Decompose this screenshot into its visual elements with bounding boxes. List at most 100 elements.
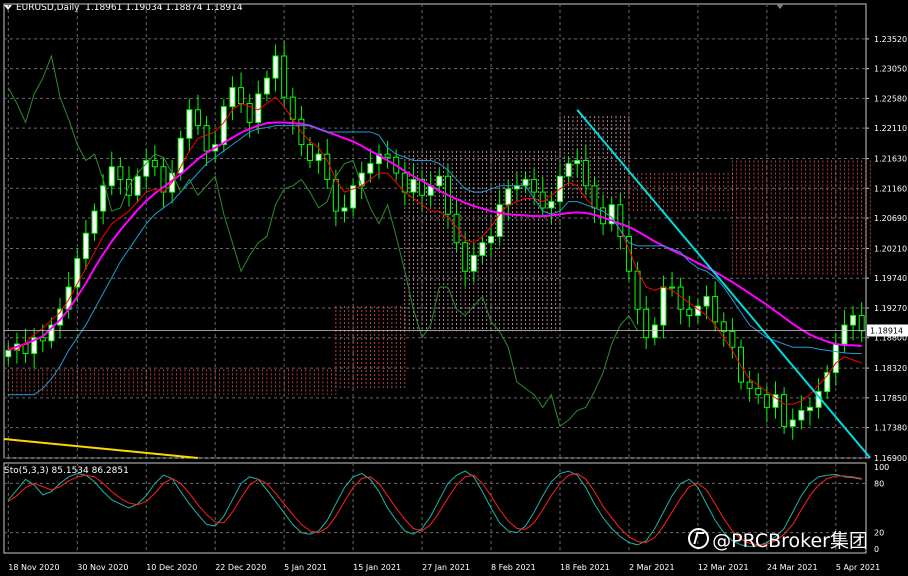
candle-body — [858, 315, 865, 332]
candle-body — [91, 210, 98, 234]
candle-body — [634, 270, 641, 310]
candle-body — [134, 175, 141, 196]
candle-body — [307, 144, 314, 161]
y-tick-label: 1.17850 — [874, 394, 907, 403]
y-tick-label: 1.19270 — [874, 304, 907, 313]
candle-body — [238, 87, 245, 104]
candle-body — [703, 296, 710, 307]
candle-body — [315, 153, 322, 161]
candle-body — [332, 178, 339, 212]
candle-body — [401, 172, 408, 193]
candle-body — [203, 125, 210, 152]
candle-body — [574, 159, 581, 165]
x-tick-label: 24 Mar 2021 — [767, 563, 818, 572]
candle-body — [522, 178, 529, 187]
candle-body — [367, 163, 374, 174]
candle-body — [720, 321, 727, 332]
trendline — [576, 109, 872, 459]
candle-body — [548, 201, 555, 209]
sto-tick-label: 100 — [874, 463, 889, 472]
y-tick-label: 1.19740 — [874, 274, 907, 283]
candle-body — [272, 55, 279, 79]
candle-body — [686, 308, 693, 317]
candle-body — [229, 87, 236, 108]
candle-body — [832, 343, 839, 374]
candle-body — [806, 406, 813, 412]
candle-body — [781, 394, 788, 427]
x-tick-label: 10 Dec 2020 — [146, 563, 197, 572]
candle-body — [5, 349, 12, 358]
candle-body — [565, 163, 572, 177]
candle-body — [505, 188, 512, 206]
x-tick-label: 18 Feb 2021 — [560, 563, 610, 572]
ichimoku-cloud-segment — [628, 173, 733, 212]
candle-body — [470, 254, 477, 272]
candle-body — [384, 153, 391, 158]
candle-body — [755, 387, 762, 396]
candle-body — [151, 159, 158, 168]
candle-body — [82, 232, 89, 260]
candle-body — [143, 159, 150, 177]
y-tick-label: 1.20690 — [874, 214, 907, 223]
candle-body — [798, 410, 805, 421]
candle-body — [125, 178, 132, 196]
candle-body — [341, 207, 348, 212]
candle-body — [281, 55, 288, 98]
candle-body — [660, 286, 667, 326]
candle-body — [410, 178, 417, 193]
candle-body — [763, 394, 770, 408]
candle-body — [479, 242, 486, 256]
y-tick-label: 1.20210 — [874, 244, 907, 253]
candle-body — [100, 185, 107, 212]
x-tick-label: 22 Dec 2020 — [215, 563, 266, 572]
candle-body — [453, 213, 460, 244]
candle-body — [738, 346, 745, 383]
sto-tick-label: 20 — [874, 529, 884, 538]
candle-body — [617, 204, 624, 237]
x-tick-label: 27 Jan 2021 — [422, 563, 470, 572]
candle-body — [850, 315, 857, 326]
candle-body — [117, 166, 124, 180]
y-tick-label: 1.22580 — [874, 94, 907, 103]
support-line — [3, 438, 199, 459]
x-tick-label: 8 Feb 2021 — [491, 563, 536, 572]
x-tick-label: 5 Jan 2021 — [284, 563, 327, 572]
weibo-logo-icon — [688, 528, 710, 549]
candle-body — [712, 296, 719, 323]
y-tick-label: 1.22110 — [874, 124, 907, 133]
y-tick-label: 1.21630 — [874, 155, 907, 164]
candle-body — [488, 235, 495, 244]
candle-body — [651, 324, 658, 339]
candle-body — [220, 106, 227, 146]
tenkan-line — [8, 96, 862, 405]
candle-body — [669, 286, 676, 289]
x-tick-label: 18 Nov 2020 — [8, 563, 59, 572]
candle-body — [194, 109, 201, 127]
x-tick-label: 30 Nov 2020 — [77, 563, 128, 572]
x-tick-label: 12 Mar 2021 — [698, 563, 749, 572]
candle-body — [591, 185, 598, 209]
x-tick-label: 5 Apr 2021 — [836, 563, 880, 572]
candle-body — [531, 178, 538, 193]
candle-body — [74, 258, 81, 288]
candle-body — [841, 324, 848, 345]
candle-body — [462, 242, 469, 272]
ichimoku-cloud-segment — [335, 306, 406, 389]
y-tick-label: 1.23520 — [874, 35, 907, 44]
candle-body — [729, 330, 736, 348]
x-tick-label: 15 Jan 2021 — [353, 563, 401, 572]
y-tick-label: 1.23050 — [874, 65, 907, 74]
ichimoku-cloud-segment — [731, 160, 871, 275]
candle-body — [177, 137, 184, 174]
candle-body — [263, 77, 270, 95]
candle-body — [108, 166, 115, 187]
y-tick-label: 1.21160 — [874, 184, 907, 193]
y-tick-label: 1.18320 — [874, 364, 907, 373]
ichimoku-cloud-segment — [7, 369, 337, 395]
candle-body — [582, 159, 589, 187]
sto-tick-label: 0 — [874, 545, 879, 554]
current-price-label: 1.18914 — [870, 326, 903, 335]
price-chart[interactable]: 1.23520 1.23050 1.22580 1.22110 1.21630 1.211… — [0, 0, 908, 576]
candle-body — [643, 308, 650, 339]
x-tick-label: 2 Mar 2021 — [629, 563, 675, 572]
